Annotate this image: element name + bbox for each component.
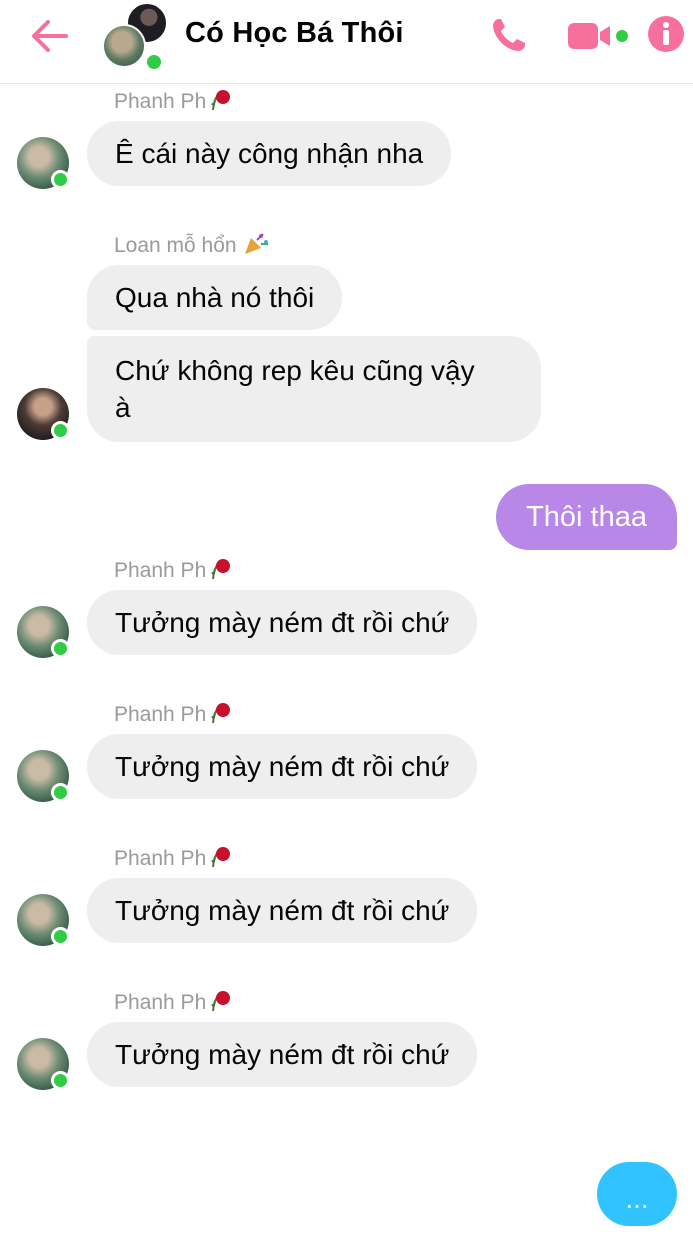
message-bubble[interactable]: Tưởng mày ném đt rồi chứ: [87, 1022, 478, 1087]
online-status-dot: [144, 52, 164, 72]
chat-title[interactable]: Có Học Bá Thôi: [185, 17, 404, 50]
sender-name: Phanh Ph: [114, 557, 233, 583]
online-status-dot: [51, 927, 70, 946]
sender-name: Phanh Ph: [114, 845, 233, 871]
phone-icon[interactable]: [490, 16, 528, 54]
sender-name: Loan mỗ hổn: [114, 232, 269, 258]
sender-avatar[interactable]: [17, 388, 70, 440]
message-bubble[interactable]: Ê cái này công nhận nha: [87, 121, 452, 186]
message-bubble[interactable]: Qua nhà nó thôi: [87, 265, 343, 330]
sender-avatar[interactable]: [17, 1038, 70, 1090]
message-bubble[interactable]: Tưởng mày ném đt rồi chứ: [87, 590, 478, 655]
back-arrow-icon[interactable]: [28, 16, 72, 56]
message-bubble[interactable]: Chứ không rep kêu cũng vậy à: [87, 336, 541, 442]
online-status-dot: [51, 783, 70, 802]
wilted-rose-icon: [211, 559, 231, 580]
group-avatar[interactable]: [102, 2, 170, 72]
chat-header: Có Học Bá Thôi: [0, 0, 693, 84]
online-status-dot: [51, 639, 70, 658]
sender-avatar[interactable]: [17, 750, 70, 802]
own-message-bubble[interactable]: Thôi thaa: [496, 484, 677, 550]
info-icon[interactable]: [646, 14, 686, 54]
member-avatar: [102, 24, 146, 68]
party-popper-icon: [245, 233, 269, 254]
online-status-dot: [51, 421, 70, 440]
sender-avatar[interactable]: [17, 894, 70, 946]
wilted-rose-icon: [211, 847, 231, 868]
sender-name: Phanh Ph: [114, 701, 233, 727]
wilted-rose-icon: [211, 991, 231, 1012]
online-status-dot: [51, 170, 70, 189]
online-status-dot: [51, 1071, 70, 1090]
message-bubble[interactable]: Tưởng mày ném đt rồi chứ: [87, 878, 478, 943]
wilted-rose-icon: [211, 703, 231, 724]
sender-name: Phanh Ph: [114, 88, 233, 114]
message-bubble[interactable]: Tưởng mày ném đt rồi chứ: [87, 734, 478, 799]
typing-indicator[interactable]: ...: [597, 1162, 677, 1226]
video-camera-icon[interactable]: [566, 20, 630, 52]
sender-avatar[interactable]: [17, 606, 70, 658]
sender-avatar[interactable]: [17, 137, 70, 189]
wilted-rose-icon: [211, 90, 231, 111]
sender-name: Phanh Ph: [114, 989, 233, 1015]
